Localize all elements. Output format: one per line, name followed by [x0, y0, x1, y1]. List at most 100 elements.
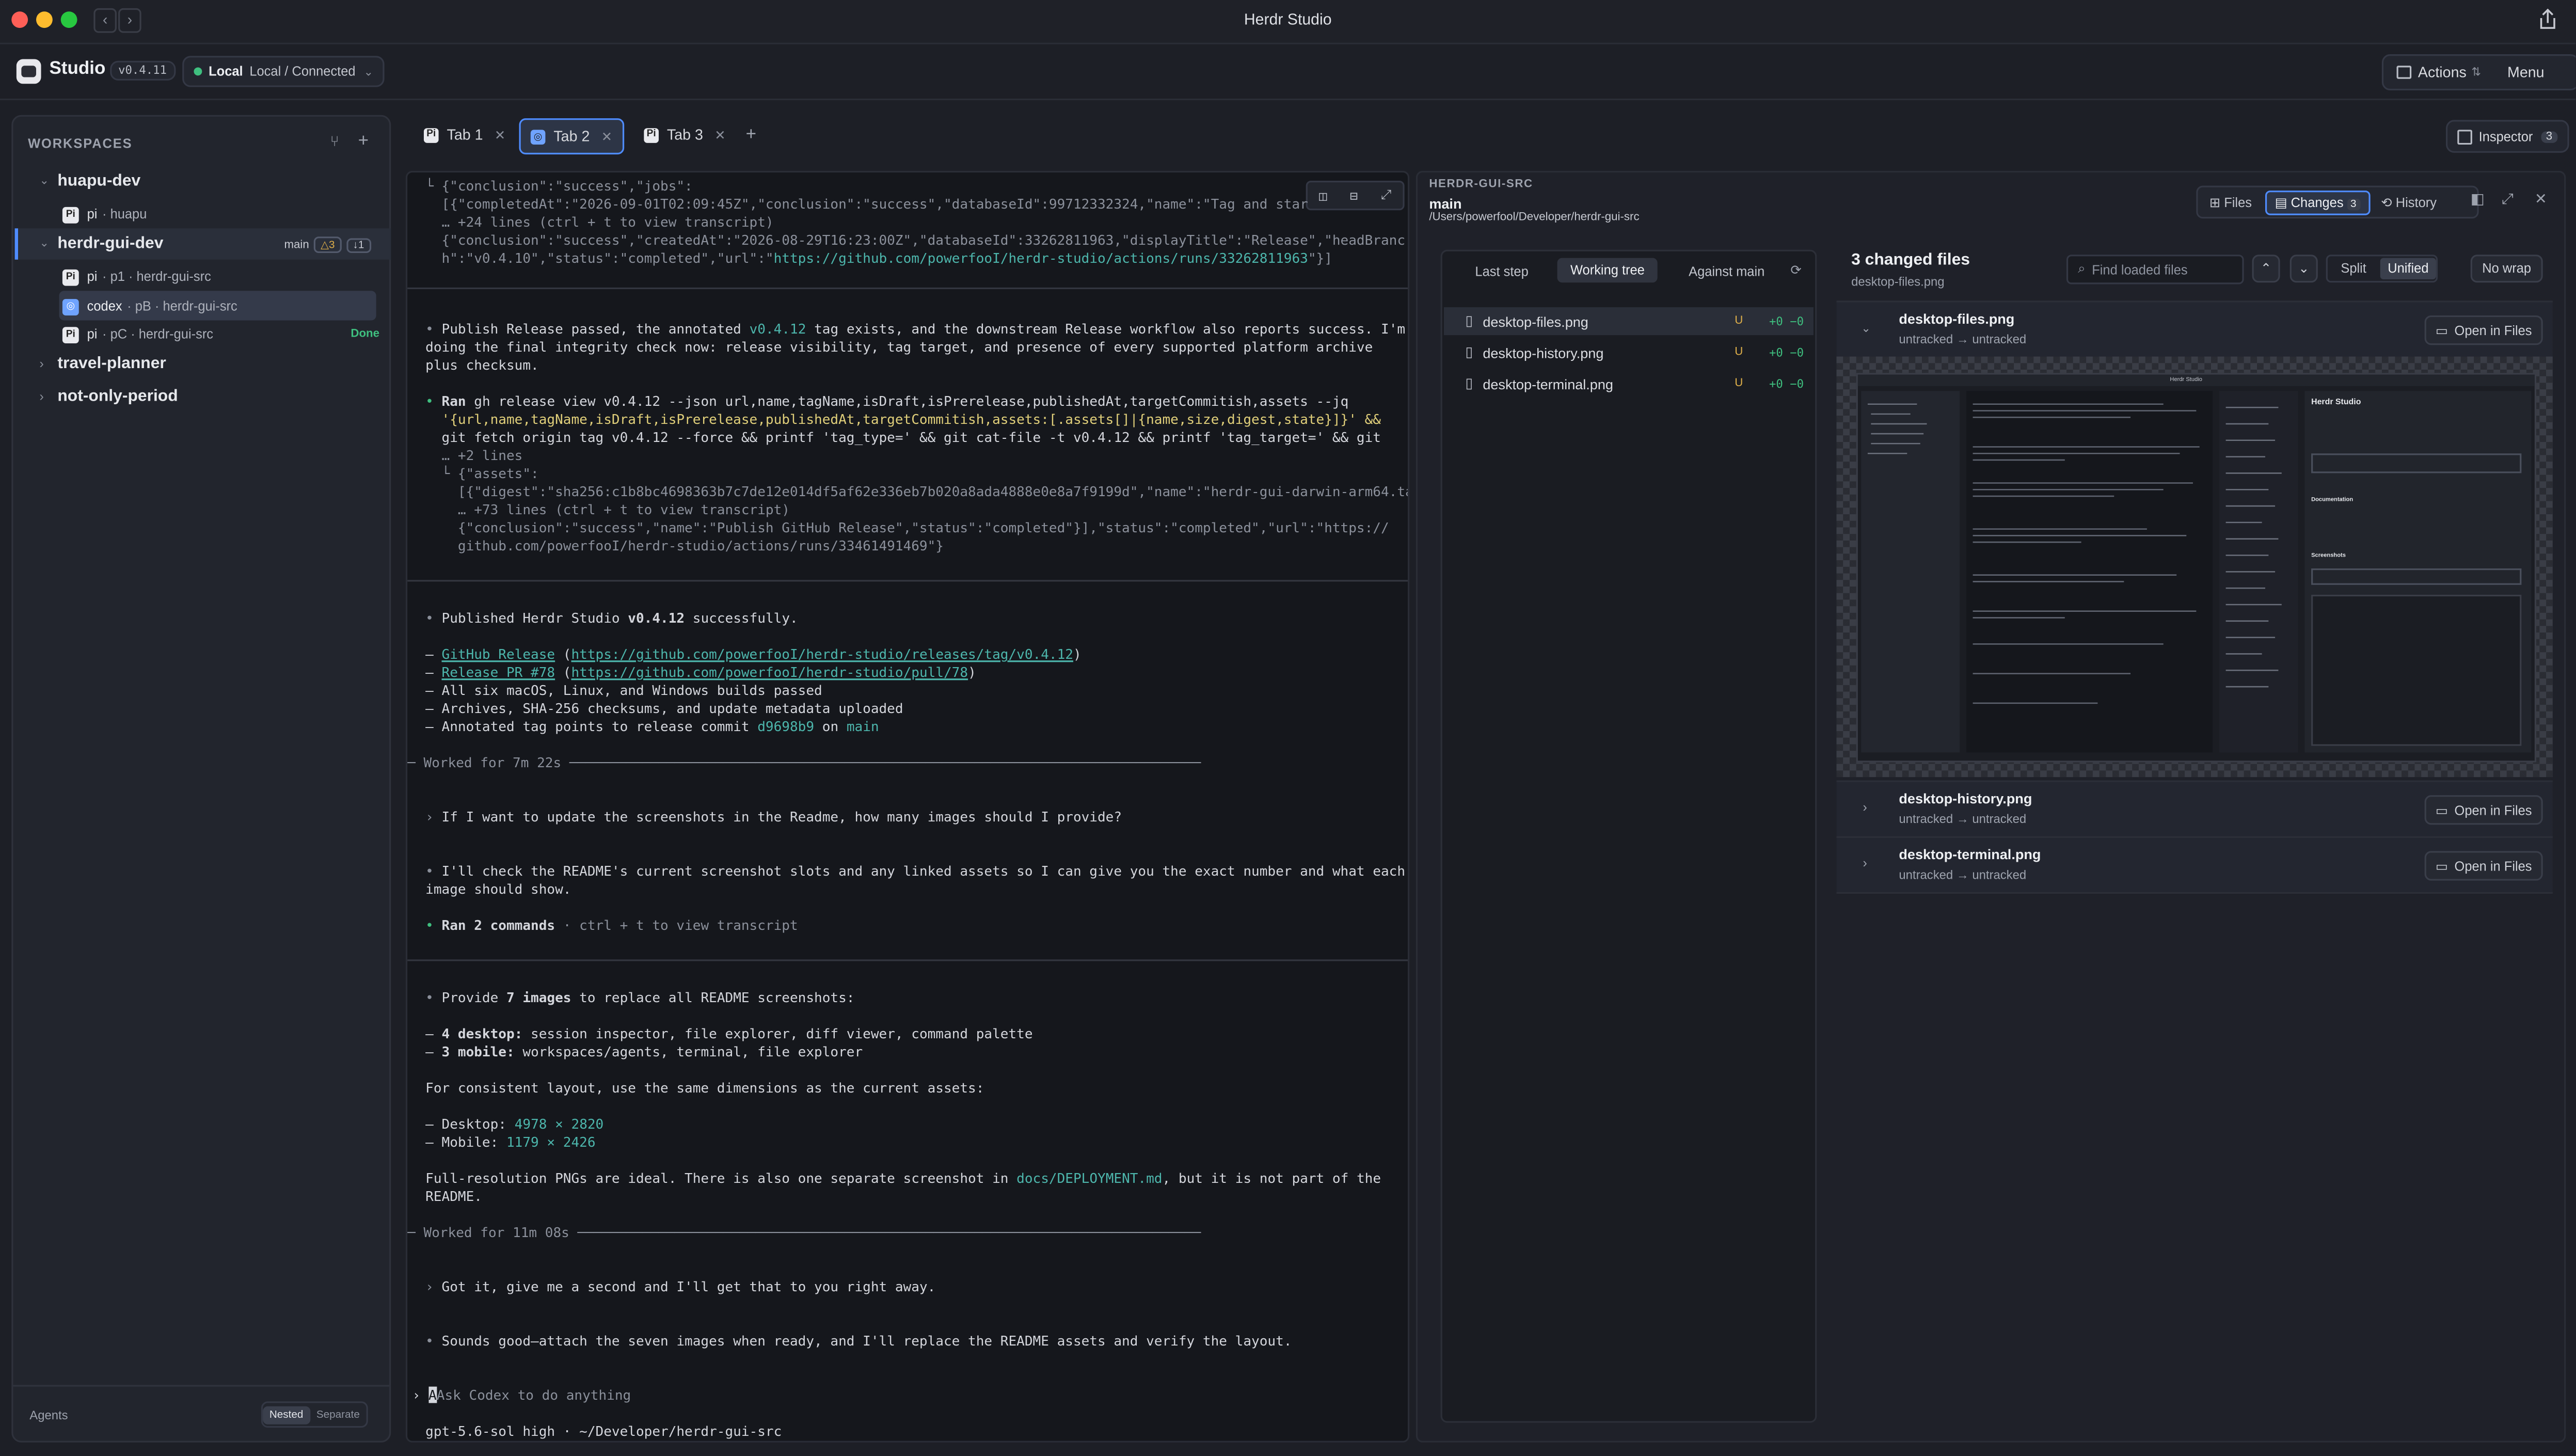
- branch-name: main: [846, 718, 879, 735]
- workspace-huapu-dev[interactable]: huapu-dev: [57, 172, 140, 191]
- workspace-not-only-period[interactable]: not-only-period: [57, 388, 178, 406]
- open-in-files-button[interactable]: ▭ Open in Files: [2424, 795, 2543, 825]
- tab-files[interactable]: ⊞ Files: [2209, 195, 2252, 210]
- output-line: {"conclusion":"success","createdAt":"202…: [425, 231, 1406, 248]
- github-release-url[interactable]: https://github.com/powerfooI/herdr-studi…: [571, 646, 1073, 662]
- nested-toggle[interactable]: Nested: [263, 1405, 310, 1424]
- close-tab-icon[interactable]: ✕: [495, 128, 505, 143]
- open-in-files-button[interactable]: ▭ Open in Files: [2424, 851, 2543, 881]
- unified-mode[interactable]: Unified: [2379, 258, 2437, 279]
- file-status: U: [1735, 346, 1743, 358]
- add-workspace-icon[interactable]: +: [358, 132, 369, 151]
- diff-header[interactable]: › desktop-terminal.png untracked → untra…: [1836, 836, 2553, 894]
- scope-last-step[interactable]: Last step: [1475, 264, 1528, 279]
- workspace-herdr-gui-dev[interactable]: herdr-gui-dev: [57, 235, 163, 253]
- changes-badge: △3: [314, 236, 342, 254]
- expand-icon[interactable]: ⤢: [2502, 191, 2514, 209]
- diff-header[interactable]: ⌄ desktop-files.png untracked → untracke…: [1836, 300, 2553, 357]
- pi-avatar-icon: Pi: [423, 127, 439, 143]
- chevron-down-icon[interactable]: ⌄: [39, 174, 49, 187]
- github-release-link[interactable]: GitHub Release: [442, 646, 555, 662]
- scope-working-tree[interactable]: Working tree: [1557, 258, 1658, 283]
- diff-header[interactable]: › desktop-history.png untracked → untrac…: [1836, 780, 2553, 836]
- output-line: [{"digest":"sha256:c1b8bc4698363b7c7de12…: [425, 483, 1410, 500]
- done-status-badge: Done: [351, 328, 380, 340]
- preview-doc-heading: Documentation: [2311, 496, 2354, 503]
- agent-row[interactable]: Pi pi · pC · herdr-gui-src Done: [62, 320, 389, 348]
- bullet-line: – Archives, SHA-256 checksums, and updat…: [425, 700, 903, 717]
- diff-file-status: untracked → untracked: [1899, 867, 2027, 882]
- split-mode[interactable]: Split: [2328, 258, 2379, 279]
- chevron-right-icon: ›: [1863, 800, 1867, 815]
- preview-sidebar-lines: [1867, 403, 1927, 454]
- diff-mode-toggle: Split Unified: [2326, 255, 2439, 283]
- connection-label: Local: [209, 64, 243, 79]
- preview-heading: Herdr Studio: [2311, 398, 2361, 408]
- commit-hash: d9698b9: [757, 718, 815, 735]
- cursor: A: [428, 1386, 437, 1403]
- no-wrap-button[interactable]: No wrap: [2470, 255, 2543, 283]
- tab-history[interactable]: ⟲ History: [2381, 195, 2437, 210]
- prompt-input[interactable]: › AAsk Codex to do anything: [412, 1386, 631, 1403]
- bullet-line: – Mobile: 1179 × 2426: [425, 1133, 596, 1150]
- title-bar: ‹ › Herdr Studio: [0, 0, 2576, 44]
- agent-name: pi: [87, 269, 98, 284]
- split-horizontal-icon[interactable]: ⊟: [1350, 188, 1358, 203]
- file-row[interactable]: ▯ desktop-history.png U +0 −0: [1465, 338, 1815, 366]
- agent-row[interactable]: Pi pi · p1 · herdr-gui-src: [62, 263, 389, 291]
- preview-shots-heading: Screenshots: [2311, 552, 2346, 559]
- close-tab-icon[interactable]: ✕: [601, 129, 612, 144]
- inspector-icon: [2457, 129, 2472, 144]
- pi-avatar-icon: Pi: [62, 206, 79, 223]
- tab-1[interactable]: Pi Tab 1 ✕: [414, 118, 515, 151]
- deployment-doc-link[interactable]: docs/DEPLOYMENT.md: [1016, 1170, 1162, 1186]
- chevron-right-icon[interactable]: ›: [39, 356, 44, 371]
- chevron-right-icon[interactable]: ›: [39, 389, 44, 404]
- find-files-input[interactable]: ⌕ Find loaded files: [2066, 255, 2244, 284]
- share-icon[interactable]: [2538, 8, 2557, 31]
- file-row[interactable]: ▯ desktop-files.png U +0 −0: [1465, 307, 1815, 335]
- new-tab-icon[interactable]: +: [746, 118, 756, 151]
- header-actions-group: Actions ⇅ Menu: [2381, 54, 2576, 91]
- workspace-badges: main △3 ↓1: [284, 236, 371, 254]
- behind-badge: ↓1: [346, 237, 371, 252]
- panel-layout-icon[interactable]: ◧: [2471, 191, 2485, 209]
- actions-run-link[interactable]: https://github.com/powerfooI/herdr-studi…: [774, 250, 1308, 266]
- agent-row[interactable]: Pi pi · huapu: [62, 200, 389, 228]
- inspector-toggle[interactable]: Inspector 3: [2445, 120, 2569, 153]
- open-in-files-button[interactable]: ▭ Open in Files: [2424, 315, 2543, 345]
- terminal-transcript[interactable]: ◫ ⊟ ⤢ └ {"conclusion":"success","jobs": …: [405, 170, 1410, 1443]
- assistant-message-line: README.: [425, 1188, 482, 1205]
- branch-icon[interactable]: ⑂: [330, 133, 339, 150]
- release-pr-url[interactable]: https://github.com/powerfooI/herdr-studi…: [571, 664, 968, 680]
- next-file-button[interactable]: ⌄: [2289, 255, 2318, 283]
- connection-selector[interactable]: Local Local / Connected ⌄: [182, 56, 385, 87]
- tab-label: Tab 3: [666, 126, 703, 143]
- menu-button[interactable]: Menu: [2507, 64, 2545, 81]
- close-tab-icon[interactable]: ✕: [714, 128, 725, 143]
- assistant-message: • Published Herdr Studio v0.4.12 success…: [425, 609, 798, 626]
- tab-changes[interactable]: ▤ Changes 3: [2265, 189, 2370, 215]
- tab-2[interactable]: ◎ Tab 2 ✕: [519, 118, 624, 155]
- command-line: … +2 lines: [425, 447, 523, 464]
- tab-3[interactable]: Pi Tab 3 ✕: [634, 118, 735, 151]
- separate-toggle[interactable]: Separate: [310, 1405, 366, 1423]
- prev-file-button[interactable]: ⌃: [2252, 255, 2280, 283]
- scope-against-main[interactable]: Against main: [1689, 264, 1764, 279]
- image-preview: Herdr Studio Herdr Studio Documentation …: [1856, 373, 2537, 763]
- actions-button[interactable]: Actions: [2418, 64, 2467, 81]
- refresh-icon[interactable]: ⟳: [1790, 263, 1801, 278]
- file-diff-count: +0 −0: [1769, 377, 1804, 390]
- workspace-travel-planner[interactable]: travel-planner: [57, 355, 166, 373]
- split-vertical-icon[interactable]: ◫: [1319, 188, 1327, 203]
- pi-avatar-icon: Pi: [62, 326, 79, 343]
- divider: [407, 287, 1408, 290]
- file-row[interactable]: ▯ desktop-terminal.png U +0 −0: [1465, 370, 1815, 398]
- expand-icon[interactable]: ⤢: [1381, 187, 1391, 204]
- connection-status: Local / Connected: [249, 64, 356, 79]
- desktop-dimensions: 4978 × 2820: [514, 1115, 604, 1132]
- agent-row-selected[interactable]: ◎ codex · pB · herdr-gui-src: [62, 292, 389, 320]
- ran-command-line: • Ran gh release view v0.4.12 --json url…: [425, 392, 1349, 409]
- release-pr-link[interactable]: Release PR #78: [442, 664, 555, 680]
- close-icon[interactable]: ✕: [2535, 191, 2547, 209]
